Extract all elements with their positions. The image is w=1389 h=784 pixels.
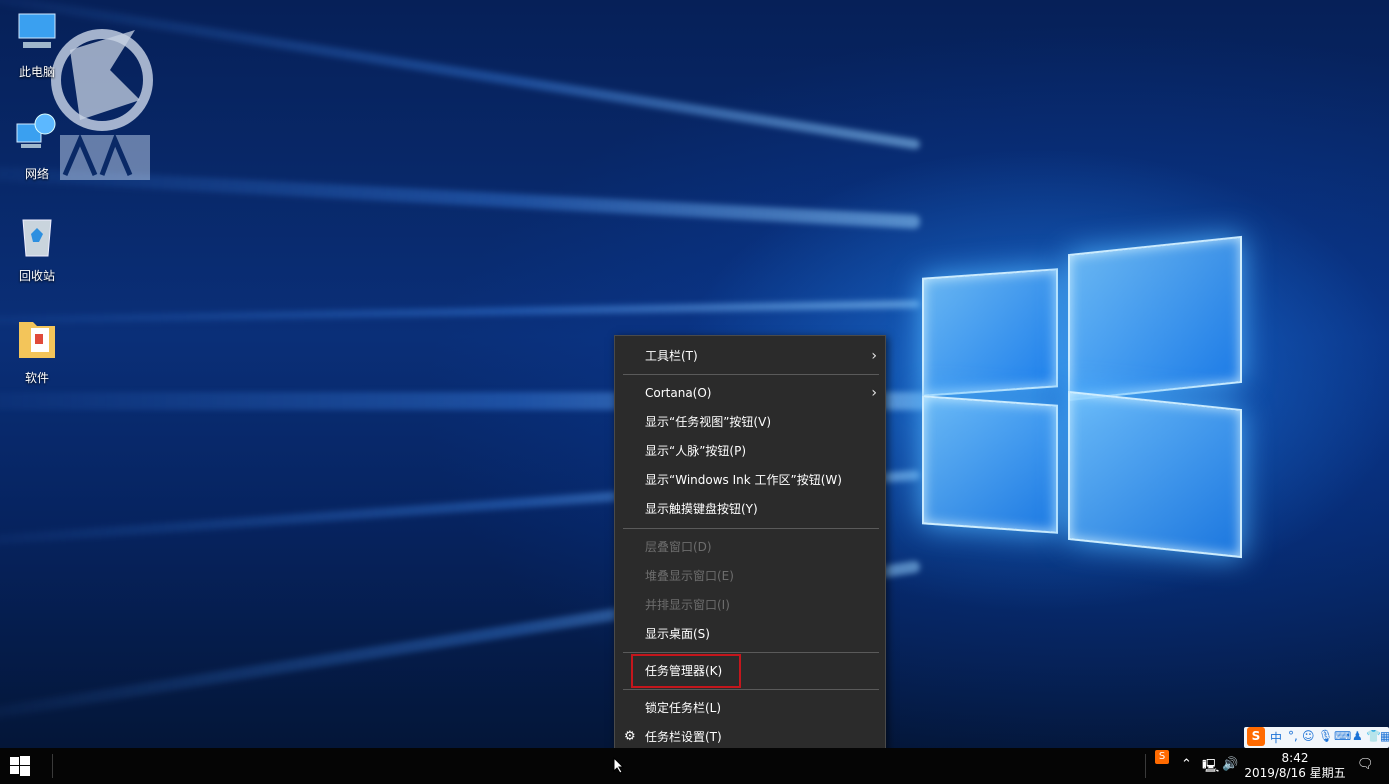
annotation-highlight-box: [631, 654, 741, 688]
logo-pane: [1068, 390, 1242, 559]
menu-separator: [623, 374, 879, 375]
skin-icon[interactable]: 👕: [1366, 729, 1381, 743]
microphone-icon[interactable]: 🎙: [1318, 729, 1333, 743]
menu-item-toolbars[interactable]: 工具栏(T) ›: [615, 342, 885, 370]
menu-item-label: 显示“人脉”按钮(P): [645, 444, 747, 458]
desktop-icon-label: 网络: [24, 167, 49, 181]
menu-item-label: Cortana(O): [645, 386, 712, 400]
mouse-cursor-icon: [613, 757, 625, 774]
menu-item-label: 显示桌面(S): [645, 627, 710, 641]
keyboard-icon[interactable]: ⌨: [1334, 729, 1351, 743]
sogou-tray-icon[interactable]: S: [1155, 750, 1169, 764]
menu-item-show-task-view[interactable]: 显示“任务视图”按钮(V): [615, 408, 885, 436]
menu-item-label: 显示触摸键盘按钮(Y): [645, 502, 758, 516]
clock-date: 2019/8/16 星期五: [1244, 766, 1346, 780]
menu-item-label: 显示“Windows Ink 工作区”按钮(W): [645, 473, 842, 487]
menu-separator: [623, 652, 879, 653]
tray-divider: [1145, 754, 1146, 778]
volume-icon[interactable]: 🔊: [1222, 757, 1238, 772]
menu-separator: [623, 689, 879, 690]
menu-item-label: 锁定任务栏(L): [645, 701, 722, 715]
folder-icon: [19, 322, 55, 358]
menu-item-show-desktop[interactable]: 显示桌面(S): [615, 620, 885, 648]
grid-icon[interactable]: ▦: [1380, 729, 1389, 743]
user-icon[interactable]: ♟: [1352, 729, 1363, 743]
sogou-logo-icon[interactable]: S: [1247, 727, 1265, 746]
ime-punctuation-button[interactable]: °,: [1288, 729, 1298, 743]
desktop-icon-network[interactable]: 网络: [0, 110, 74, 182]
menu-item-cascade-windows[interactable]: 层叠窗口(D): [615, 533, 885, 561]
menu-item-side-by-side[interactable]: 并排显示窗口(I): [615, 591, 885, 619]
ime-toolbar[interactable]: S 中 °, ☺ 🎙 ⌨ ♟ 👕 ▦: [1244, 727, 1389, 748]
logo-pane: [1068, 235, 1242, 402]
taskbar-context-menu: 工具栏(T) › Cortana(O) › 显示“任务视图”按钮(V) 显示“人…: [614, 335, 886, 758]
logo-pane: [922, 395, 1058, 534]
menu-item-show-people[interactable]: 显示“人脉”按钮(P): [615, 437, 885, 465]
desktop-icon-software[interactable]: 软件: [0, 314, 74, 386]
menu-item-label: 堆叠显示窗口(E): [645, 569, 734, 583]
taskbar[interactable]: S ⌃ 🖳 🔊 8:42 2019/8/16 星期五 🗨: [0, 748, 1389, 784]
menu-item-stack-windows[interactable]: 堆叠显示窗口(E): [615, 562, 885, 590]
desktop-icon-this-pc[interactable]: 此电脑: [0, 8, 74, 80]
menu-item-label: 显示“任务视图”按钮(V): [645, 415, 772, 429]
chevron-up-icon[interactable]: ⌃: [1181, 757, 1192, 772]
windows-logo-wallpaper: [910, 235, 1250, 565]
windows-start-icon[interactable]: [10, 756, 30, 776]
menu-item-taskbar-settings[interactable]: ⚙ 任务栏设置(T): [615, 723, 885, 751]
network-tray-icon[interactable]: 🖳: [1202, 757, 1219, 779]
clock-time: 8:42: [1281, 751, 1309, 765]
computer-icon: [18, 13, 56, 48]
menu-separator: [623, 528, 879, 529]
menu-item-show-touch-keyboard[interactable]: 显示触摸键盘按钮(Y): [615, 495, 885, 523]
network-icon: [16, 113, 56, 148]
menu-item-lock-taskbar[interactable]: 锁定任务栏(L): [615, 694, 885, 722]
desktop-icon-recycle-bin[interactable]: 回收站: [0, 212, 74, 284]
menu-item-label: 并排显示窗口(I): [645, 598, 730, 612]
ime-mode-button[interactable]: 中: [1270, 729, 1282, 746]
desktop-icon-label: 此电脑: [18, 65, 55, 79]
menu-item-cortana[interactable]: Cortana(O) ›: [615, 379, 885, 407]
menu-item-show-windows-ink[interactable]: 显示“Windows Ink 工作区”按钮(W): [615, 466, 885, 494]
chevron-right-icon: ›: [871, 348, 877, 364]
menu-item-label: 任务栏设置(T): [645, 730, 722, 744]
desktop-icon-label: 回收站: [18, 269, 55, 283]
emoji-icon[interactable]: ☺: [1302, 729, 1315, 743]
gear-icon: ⚙: [624, 729, 636, 744]
desktop-icon-label: 软件: [24, 371, 49, 385]
logo-pane: [922, 268, 1058, 397]
menu-item-label: 工具栏(T): [645, 349, 698, 363]
chevron-right-icon: ›: [871, 385, 877, 401]
recycle-bin-icon: [22, 219, 52, 257]
notification-icon[interactable]: 🗨: [1357, 757, 1374, 772]
light-ray: [0, 300, 921, 326]
clock[interactable]: 8:42 2019/8/16 星期五: [1240, 751, 1350, 781]
taskbar-divider: [52, 754, 53, 778]
menu-item-label: 层叠窗口(D): [645, 540, 712, 554]
